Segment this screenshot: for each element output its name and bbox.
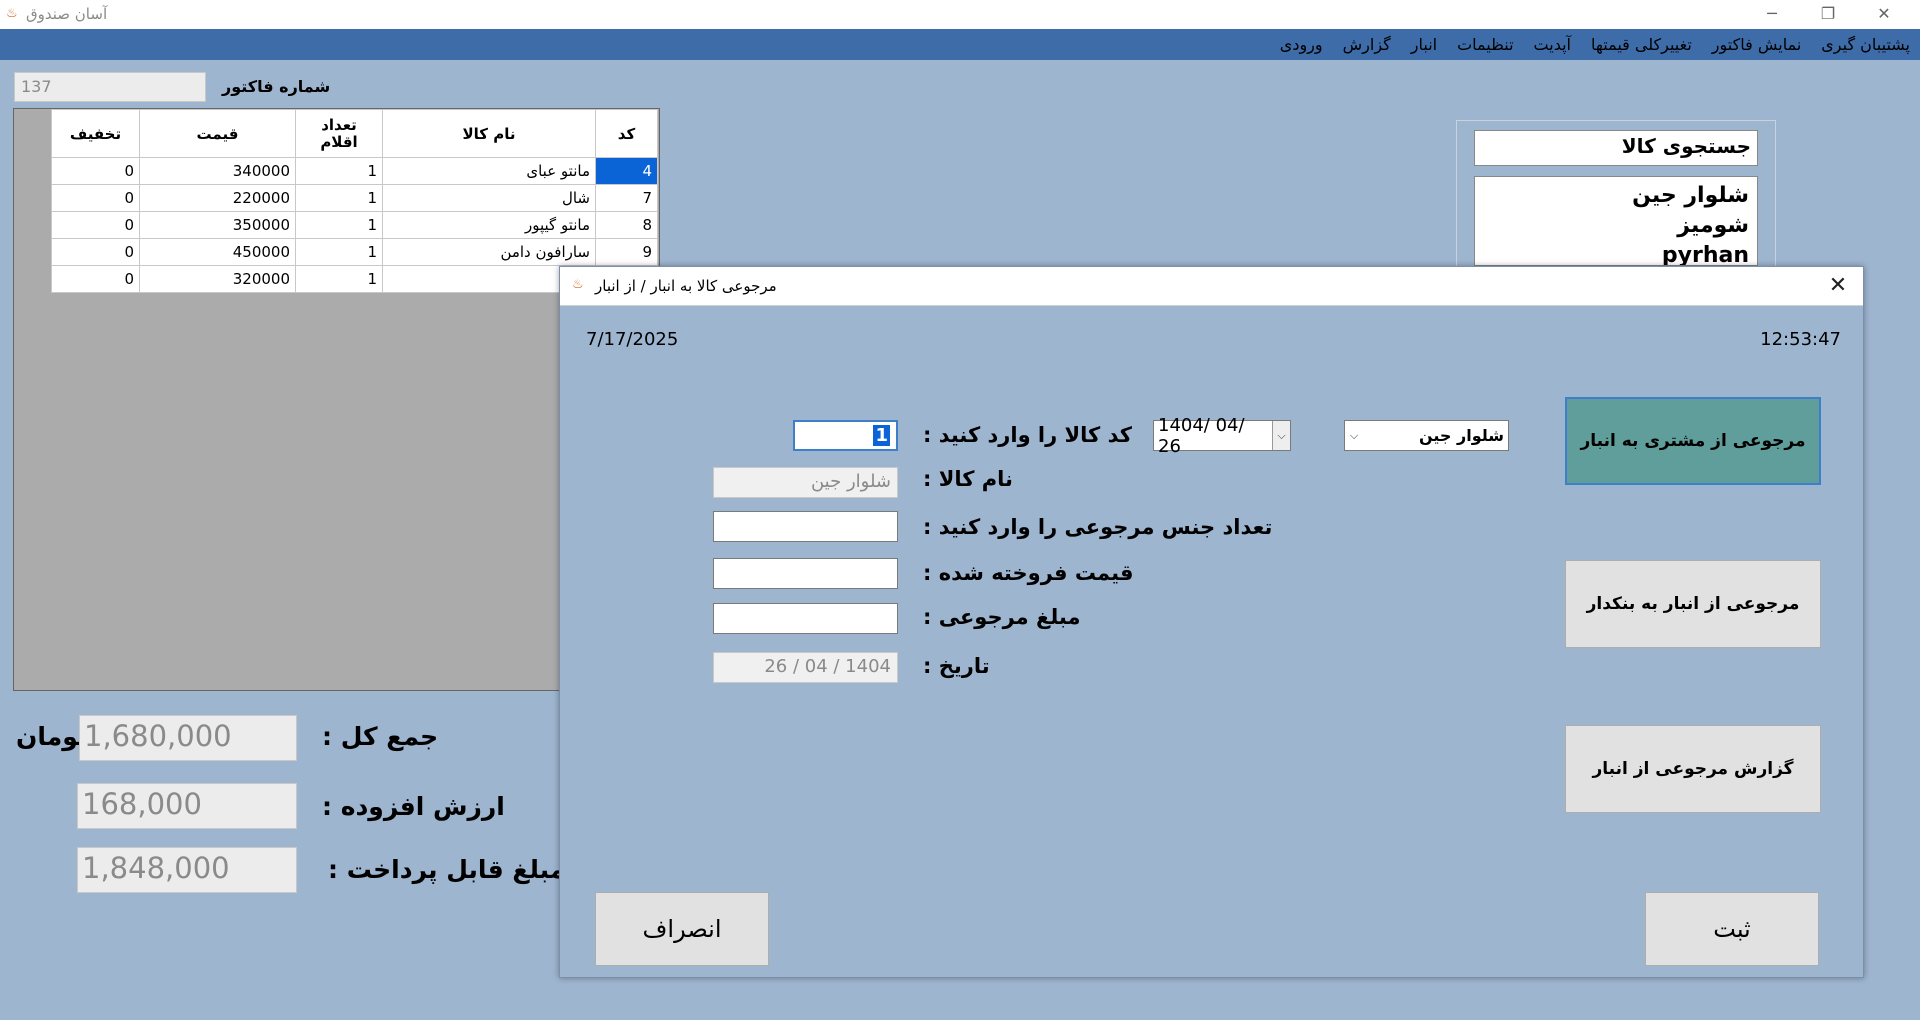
cell-name[interactable]: مانتو عبای bbox=[382, 157, 596, 185]
sold-price-input[interactable] bbox=[713, 558, 898, 589]
cell-code[interactable]: 7 bbox=[595, 184, 658, 212]
menu-item-price-change[interactable]: تغییرکلی قیمتها bbox=[1591, 35, 1692, 54]
dialog-close-icon[interactable]: ✕ bbox=[1823, 271, 1853, 301]
menu-item-show-invoice[interactable]: نمایش فاکتور bbox=[1712, 35, 1801, 54]
return-date-label: تاریخ : bbox=[923, 654, 990, 678]
menu-item-report[interactable]: گزارش bbox=[1343, 35, 1391, 54]
product-code-input[interactable]: 1 bbox=[793, 420, 898, 451]
return-report-button[interactable]: گزارش مرجوعی از انبار bbox=[1565, 725, 1821, 813]
cell-price[interactable]: 340000 bbox=[139, 157, 296, 185]
column-header-qty[interactable]: تعداد اقلام bbox=[295, 109, 383, 158]
product-name-field[interactable]: شلوار جین bbox=[713, 467, 898, 498]
cell-discount[interactable]: 0 bbox=[51, 211, 140, 239]
return-qty-input[interactable] bbox=[713, 511, 898, 542]
cell-qty[interactable]: 1 bbox=[295, 157, 383, 185]
return-date-field[interactable]: 26 / 04 / 1404 bbox=[713, 652, 898, 683]
total-field[interactable]: 1,680,000 bbox=[79, 715, 297, 761]
cell-discount[interactable]: 0 bbox=[51, 238, 140, 266]
list-item[interactable]: شلوار جین bbox=[1483, 181, 1749, 211]
app-icon: ♨ bbox=[6, 6, 18, 21]
cell-qty[interactable]: 1 bbox=[295, 184, 383, 212]
cancel-button[interactable]: انصراف bbox=[595, 892, 769, 966]
product-combo[interactable]: ⌵ شلوار جین bbox=[1344, 420, 1509, 451]
product-code-label: کد کالا را وارد کنید : bbox=[923, 423, 1132, 447]
cell-name[interactable]: شال bbox=[382, 184, 596, 212]
dialog-titlebar: ♨ مرجوعی کالا به انبار / از انبار ✕ bbox=[560, 267, 1863, 306]
table-row[interactable]: 0 340000 1 مانتو عبای 4 bbox=[51, 157, 658, 185]
cell-code[interactable]: 4 bbox=[595, 157, 658, 185]
cell-discount[interactable]: 0 bbox=[51, 184, 140, 212]
sold-price-label: قیمت فروخته شده : bbox=[923, 561, 1134, 585]
cell-price[interactable]: 320000 bbox=[139, 265, 296, 293]
dialog-app-icon: ♨ bbox=[572, 277, 584, 292]
column-header-qty-line1: تعداد bbox=[321, 115, 357, 134]
invoice-number-field[interactable]: 137 bbox=[14, 72, 206, 102]
return-qty-label: تعداد جنس مرجوعی را وارد کنید : bbox=[923, 515, 1273, 539]
total-label: جمع کل : bbox=[322, 722, 439, 751]
currency-label: تومان bbox=[16, 722, 88, 751]
submit-button[interactable]: ثبت bbox=[1645, 892, 1819, 966]
return-customer-to-store-button[interactable]: مرجوعی از مشتری به انبار bbox=[1565, 397, 1821, 485]
menu-item-warehouse[interactable]: انبار bbox=[1411, 35, 1437, 54]
invoice-number-label: شماره فاکتور bbox=[222, 77, 331, 96]
calendar-dropdown-icon: ⌵ bbox=[1272, 421, 1290, 450]
search-results-list[interactable]: شلوار جین شومیز pyrhan bbox=[1474, 176, 1758, 266]
close-button[interactable]: ✕ bbox=[1856, 0, 1912, 29]
list-item[interactable]: pyrhan bbox=[1483, 241, 1749, 265]
column-header-code[interactable]: کد bbox=[595, 109, 658, 158]
product-combo-value: شلوار جین bbox=[1418, 426, 1504, 445]
product-name-label: نام کالا : bbox=[923, 467, 1013, 491]
dialog-date-text: 7/17/2025 bbox=[586, 329, 679, 350]
menu-item-update[interactable]: آپدیت bbox=[1534, 35, 1571, 54]
cell-discount[interactable]: 0 bbox=[51, 157, 140, 185]
menu-item-backup[interactable]: پشتیبان گیری bbox=[1821, 35, 1910, 54]
menu-item-settings[interactable]: تنظیمات bbox=[1457, 35, 1513, 54]
cell-price[interactable]: 450000 bbox=[139, 238, 296, 266]
app-title: آسان صندوق bbox=[26, 5, 108, 23]
product-code-value: 1 bbox=[873, 425, 890, 446]
cell-code[interactable]: 9 bbox=[595, 238, 658, 266]
return-goods-dialog: ♨ مرجوعی کالا به انبار / از انبار ✕ 7/17… bbox=[559, 266, 1864, 978]
menu-item-login[interactable]: ورودی bbox=[1280, 35, 1323, 54]
column-header-name[interactable]: نام کالا bbox=[382, 109, 596, 158]
return-store-to-supplier-button[interactable]: مرجوعی از انبار به بنکدار bbox=[1565, 560, 1821, 648]
dialog-title: مرجوعی کالا به انبار / از انبار bbox=[595, 277, 777, 295]
menu-bar: ورودی گزارش انبار تنظیمات آپدیت تغییرکلی… bbox=[0, 29, 1920, 60]
cell-qty[interactable]: 1 bbox=[295, 211, 383, 239]
vat-field[interactable]: 168,000 bbox=[77, 783, 297, 829]
cell-name[interactable]: سارافون دامن bbox=[382, 238, 596, 266]
payable-field[interactable]: 1,848,000 bbox=[77, 847, 297, 893]
cell-qty[interactable]: 1 bbox=[295, 238, 383, 266]
column-header-price[interactable]: قیمت bbox=[139, 109, 296, 158]
window-titlebar: ♨ آسان صندوق ─ ❐ ✕ bbox=[0, 0, 1920, 29]
vat-label: ارزش افزوده : bbox=[322, 792, 505, 821]
cell-discount[interactable]: 0 bbox=[51, 265, 140, 293]
chevron-down-icon: ⌵ bbox=[1349, 428, 1359, 442]
table-row[interactable]: 0 220000 1 شال 7 bbox=[51, 184, 658, 212]
table-row[interactable]: 0 450000 1 سارافون دامن 9 bbox=[51, 238, 658, 266]
table-row[interactable]: 0 350000 1 مانتو گیپور 8 bbox=[51, 211, 658, 239]
payable-label: مبلغ قابل پرداخت : bbox=[328, 855, 566, 884]
cell-price[interactable]: 350000 bbox=[139, 211, 296, 239]
refund-amount-input[interactable] bbox=[713, 603, 898, 634]
cell-price[interactable]: 220000 bbox=[139, 184, 296, 212]
list-item[interactable]: شومیز bbox=[1483, 211, 1749, 241]
date-picker-value: 1404/ 04/ 26 bbox=[1158, 414, 1245, 457]
search-input[interactable]: جستجوی کالا bbox=[1474, 130, 1758, 166]
cell-name[interactable]: مانتو گیپور bbox=[382, 211, 596, 239]
cell-qty[interactable]: 1 bbox=[295, 265, 383, 293]
minimize-button[interactable]: ─ bbox=[1744, 0, 1800, 29]
cell-code[interactable]: 8 bbox=[595, 211, 658, 239]
column-header-discount[interactable]: تخفیف bbox=[51, 109, 140, 158]
dialog-time-text: 12:53:47 bbox=[1760, 329, 1841, 350]
restore-button[interactable]: ❐ bbox=[1800, 0, 1856, 29]
refund-amount-label: مبلغ مرجوعی : bbox=[923, 605, 1081, 629]
date-picker[interactable]: 1404/ 04/ 26 ⌵ bbox=[1153, 415, 1291, 457]
column-header-qty-line2: اقلام bbox=[320, 132, 358, 151]
